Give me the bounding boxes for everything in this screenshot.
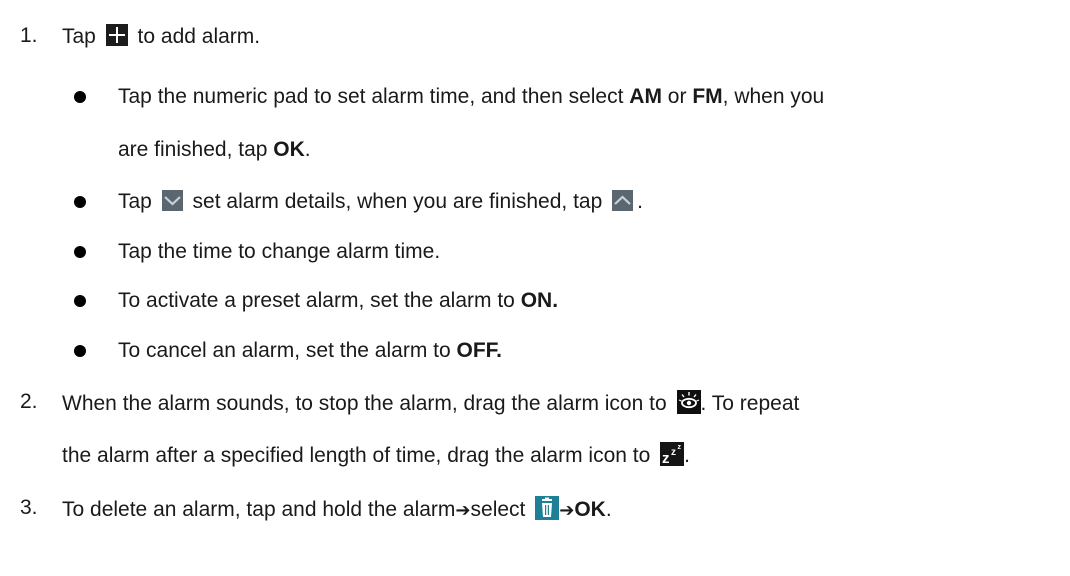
fm-label: FM (692, 85, 723, 108)
bullet-2-text-b: set alarm details, when you are finished… (192, 190, 603, 213)
bullet-5-line: To cancel an alarm, set the alarm to OFF… (118, 339, 502, 363)
chevron-up-icon (612, 190, 634, 211)
bullet-2-period: . (637, 190, 643, 213)
bullet-4-line: To activate a preset alarm, set the alar… (118, 289, 558, 313)
bullet-1-text-2: are finished, tap (118, 138, 268, 161)
bullet-2-text-a: Tap (118, 190, 152, 213)
svg-text:z: z (671, 447, 676, 458)
bullet-1-text-end: , when you (722, 85, 825, 108)
step-2-number: 2. (20, 390, 38, 413)
bullet-dot (74, 345, 86, 357)
step-3-text-b: select (470, 498, 526, 521)
step-3-text-a: To delete an alarm, tap and hold the ala… (62, 498, 456, 521)
off-label: OFF. (456, 339, 503, 362)
step-1-text-a: Tap (62, 25, 96, 48)
bullet-1-period: . (304, 138, 311, 161)
step-1-number: 1. (20, 24, 38, 47)
step-3-number: 3. (20, 496, 38, 519)
am-label: AM (629, 85, 662, 108)
step-2-line-1: When the alarm sounds, to stop the alarm… (62, 390, 799, 416)
bullet-1-line-2: are finished, tap OK. (118, 138, 311, 162)
bullet-4-text: To activate a preset alarm, set the alar… (118, 289, 515, 312)
bullet-2-line: Tap set alarm details, when you are fini… (118, 190, 643, 214)
bullet-1-or: or (667, 85, 687, 108)
step-3-line: To delete an alarm, tap and hold the ala… (62, 496, 612, 523)
ok-label: OK (273, 138, 305, 161)
chevron-down-icon (161, 190, 183, 211)
step-2-text-c: the alarm after a specified length of ti… (62, 444, 651, 467)
step-1-text-b: to add alarm. (137, 25, 261, 48)
plus-icon (105, 24, 128, 46)
bullet-dot (74, 295, 86, 307)
step-2-period: . (684, 444, 690, 467)
bullet-1-text: Tap the numeric pad to set alarm time, a… (118, 85, 624, 108)
bullet-dot (74, 196, 86, 208)
svg-text:z: z (662, 450, 670, 466)
bullet-dot (74, 91, 86, 103)
step-3-period: . (605, 498, 612, 521)
snooze-zzz-icon: z z z (660, 442, 685, 466)
step-2-text-a: When the alarm sounds, to stop the alarm… (62, 392, 667, 415)
on-label: ON. (520, 289, 559, 312)
right-arrow-icon: ➔ (455, 500, 471, 521)
ok-label: OK (574, 498, 606, 521)
trash-icon (535, 496, 560, 520)
right-arrow-icon: ➔ (559, 500, 575, 521)
bullet-5-text: To cancel an alarm, set the alarm to (118, 339, 451, 362)
bullet-3-text: Tap the time to change alarm time. (118, 240, 441, 263)
svg-text:z: z (678, 444, 682, 451)
step-1-line: Tap to add alarm. (62, 24, 260, 49)
bullet-1-line-1: Tap the numeric pad to set alarm time, a… (118, 85, 824, 109)
bullet-3-line: Tap the time to change alarm time. (118, 240, 440, 264)
step-2-text-b: . To repeat (700, 392, 800, 415)
step-2-line-2: the alarm after a specified length of ti… (62, 442, 690, 468)
eye-sun-icon (676, 390, 701, 414)
bullet-dot (74, 246, 86, 258)
